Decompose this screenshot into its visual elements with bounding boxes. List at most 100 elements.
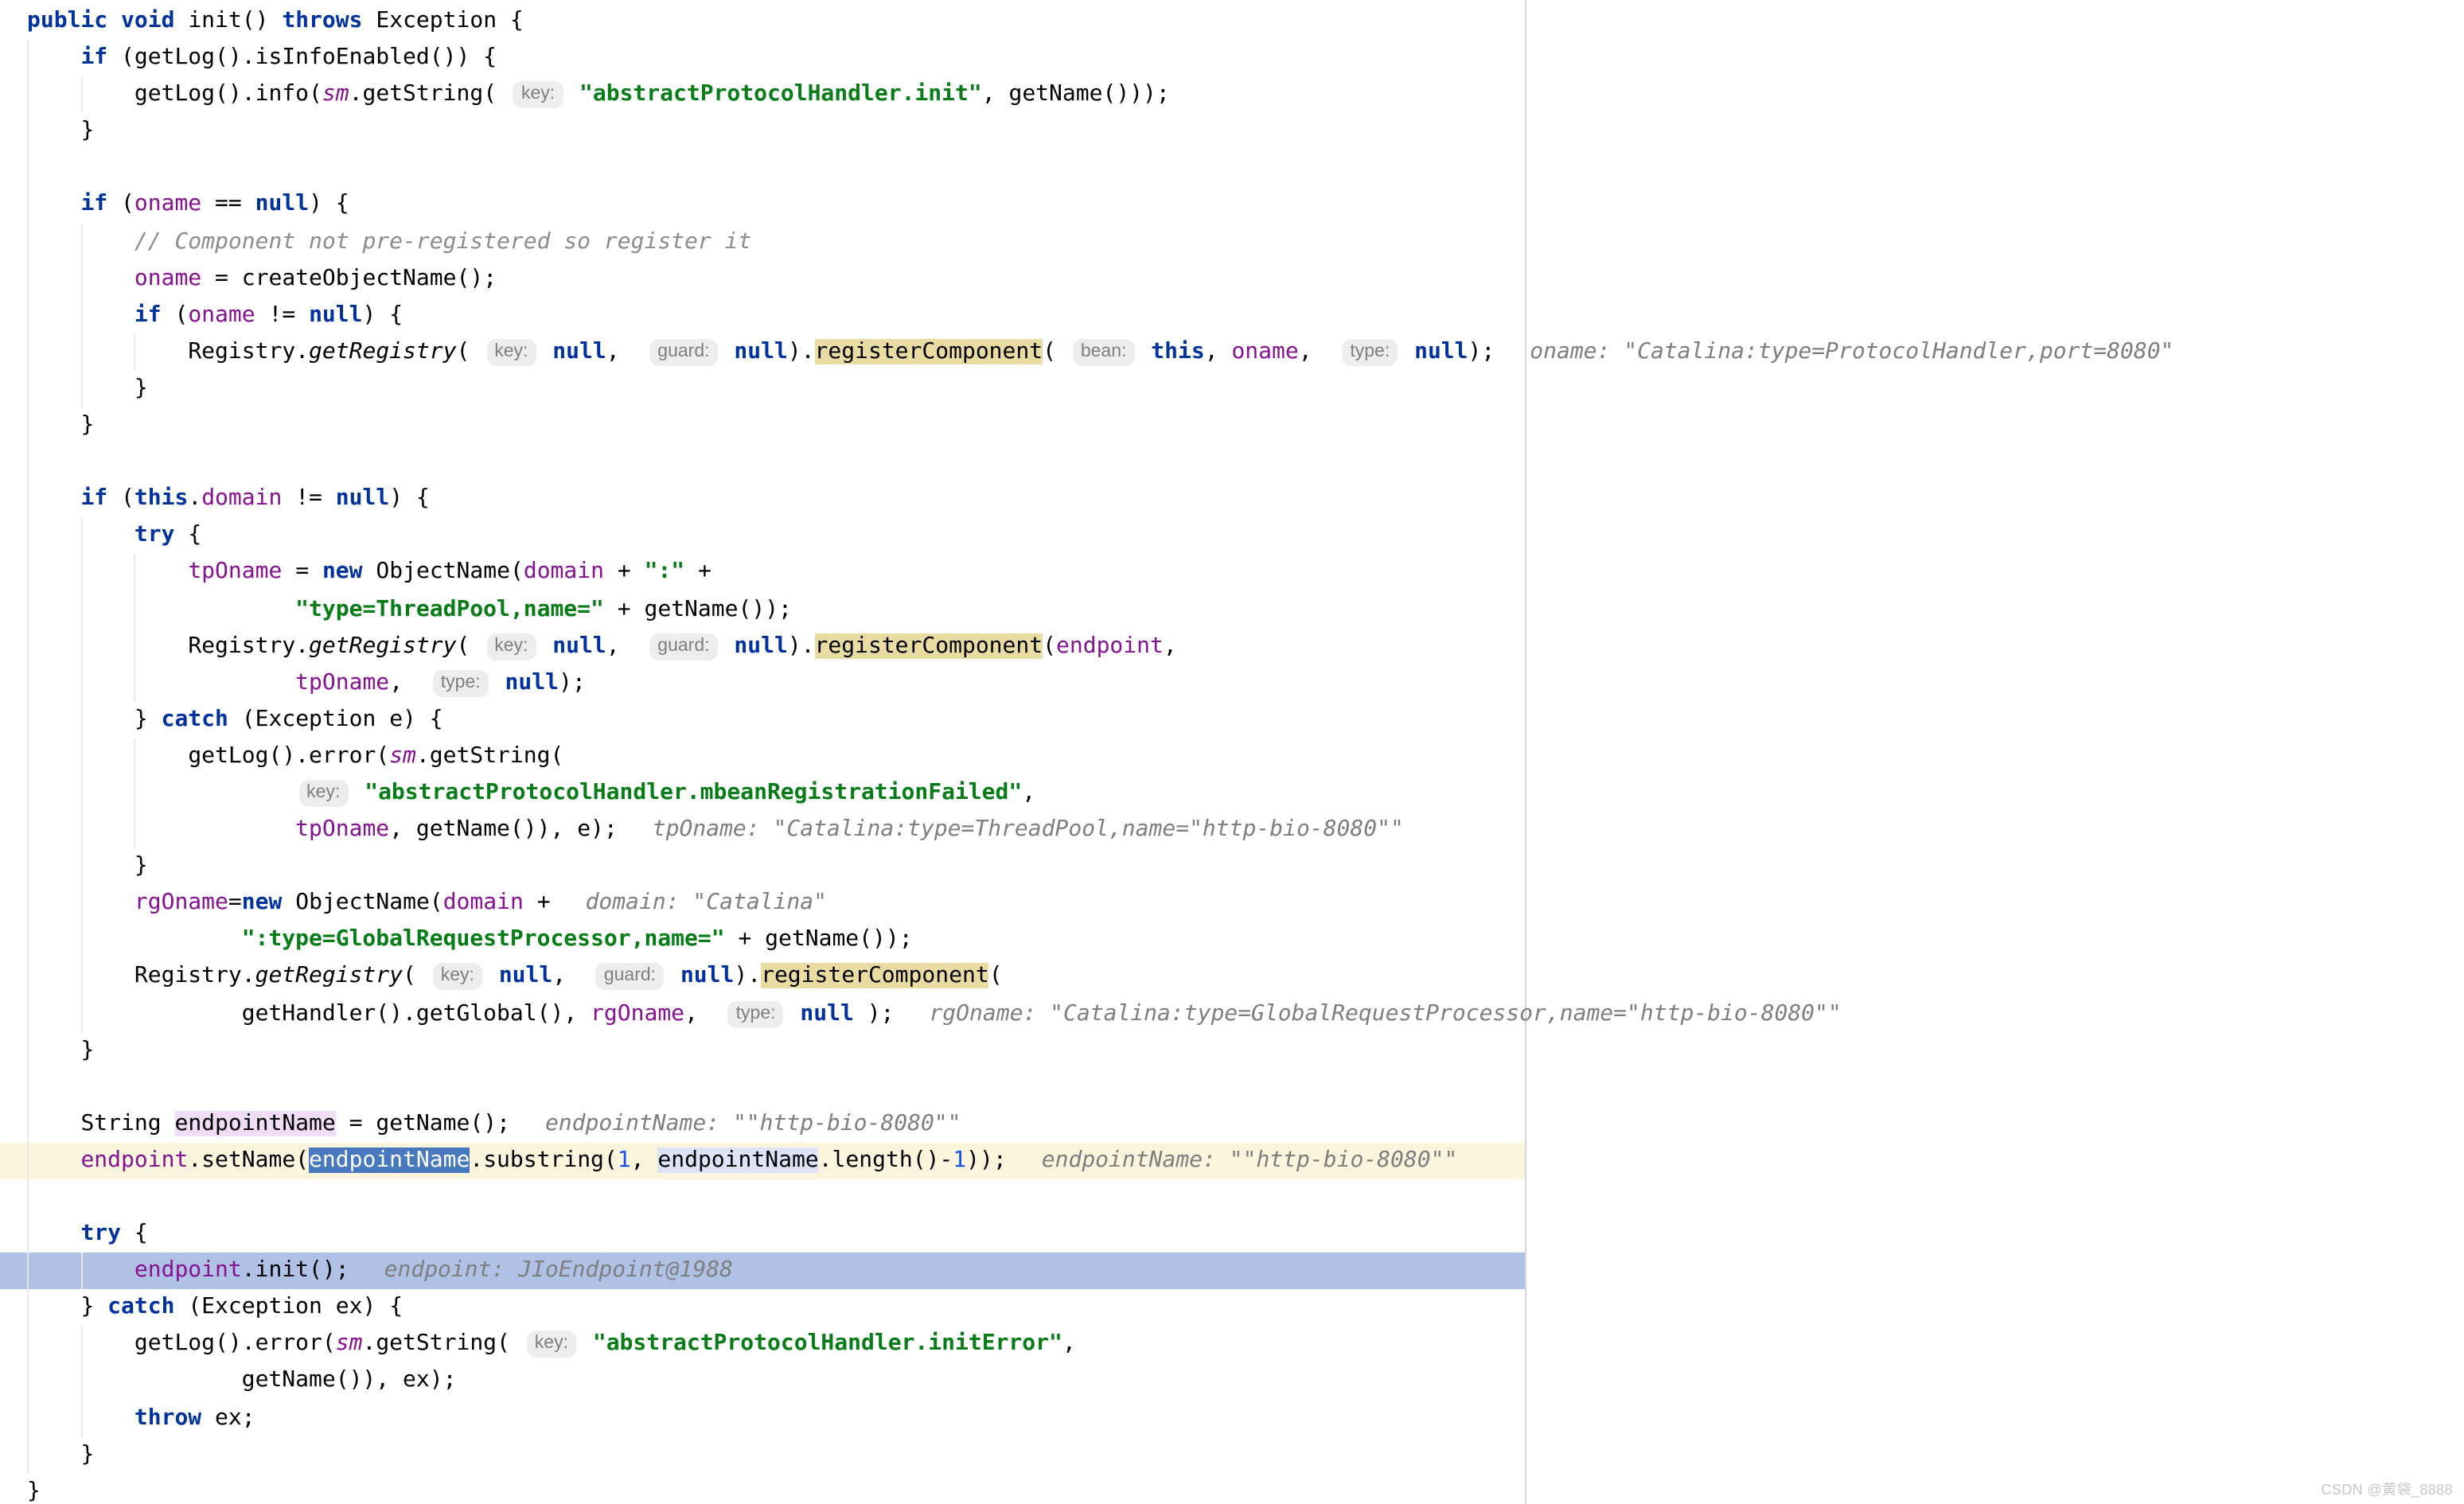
indent-guide bbox=[135, 334, 136, 371]
code-line[interactable]: Registry.getRegistry( key: null, guard: … bbox=[0, 959, 1525, 996]
code-line[interactable]: } catch (Exception ex) { bbox=[0, 1290, 1525, 1327]
code-line[interactable]: public void init() throws Exception { bbox=[0, 3, 1525, 40]
param-name-hint[interactable]: key: bbox=[433, 964, 482, 991]
code-line[interactable]: if (oname != null) { bbox=[0, 298, 1525, 334]
code-line[interactable]: oname = createObjectName(); bbox=[0, 260, 1525, 297]
code-line[interactable]: try { bbox=[0, 518, 1525, 555]
indent-guide bbox=[27, 150, 29, 187]
debugger-inline-value: endpointName: ""http-bio-8080"" bbox=[1042, 1147, 1458, 1173]
code-token: ( bbox=[456, 339, 483, 364]
code-editor[interactable]: public void init() throws Exception { if… bbox=[0, 0, 1525, 1504]
param-name-hint[interactable]: guard: bbox=[649, 339, 717, 366]
param-name-hint[interactable]: guard: bbox=[596, 964, 664, 991]
param-name-hint[interactable]: key: bbox=[298, 780, 348, 807]
code-line[interactable]: if (oname == null) { bbox=[0, 187, 1525, 224]
indent-guide bbox=[27, 996, 29, 1032]
code-token: , bbox=[1299, 339, 1339, 364]
code-token bbox=[787, 1000, 801, 1026]
code-line[interactable]: getName()), ex); bbox=[0, 1363, 1525, 1400]
code-token: } bbox=[80, 1037, 94, 1062]
param-name-hint[interactable]: type: bbox=[728, 1000, 784, 1027]
code-token: null bbox=[1414, 339, 1468, 364]
code-line[interactable]: if (this.domain != null) { bbox=[0, 481, 1525, 517]
code-token: domain bbox=[201, 485, 282, 511]
param-name-hint[interactable]: type: bbox=[1342, 339, 1398, 366]
code-line[interactable]: } bbox=[0, 848, 1525, 885]
code-token: , getName()), e); bbox=[389, 816, 618, 842]
code-line[interactable]: tpOname, type: null); bbox=[0, 664, 1525, 701]
indent-guide bbox=[27, 260, 29, 297]
code-line[interactable] bbox=[0, 1069, 1525, 1105]
indent-guide bbox=[27, 518, 29, 555]
code-line[interactable] bbox=[0, 1179, 1525, 1216]
code-line[interactable]: } bbox=[0, 1032, 1525, 1069]
code-line[interactable]: if (getLog().isInfoEnabled()) { bbox=[0, 40, 1525, 76]
indent-guide bbox=[80, 371, 82, 407]
debugger-inline-value: domain: "Catalina" bbox=[586, 890, 827, 916]
indent-guide bbox=[80, 334, 82, 371]
indent-guide bbox=[27, 848, 29, 885]
code-token: (getLog().isInfoEnabled()) { bbox=[107, 45, 497, 70]
code-token: catch bbox=[107, 1295, 174, 1320]
code-token: domain bbox=[524, 559, 604, 585]
indent-guide bbox=[80, 664, 82, 701]
param-name-hint[interactable]: bean: bbox=[1073, 339, 1135, 366]
code-token: .getString( bbox=[349, 81, 510, 107]
code-token bbox=[351, 780, 365, 805]
code-line[interactable]: "type=ThreadPool,name=" + getName()); bbox=[0, 591, 1525, 628]
param-name-hint[interactable]: key: bbox=[513, 81, 563, 108]
code-line[interactable]: getLog().error(sm.getString( key: "abstr… bbox=[0, 1327, 1525, 1363]
param-name-hint[interactable]: key: bbox=[527, 1331, 576, 1358]
code-line[interactable]: endpoint.setName(endpointName.substring(… bbox=[0, 1143, 1525, 1179]
code-line[interactable]: } bbox=[0, 1474, 1525, 1504]
indent-guide bbox=[27, 40, 29, 76]
param-name-hint[interactable]: key: bbox=[486, 633, 536, 660]
code-line[interactable]: getLog().info(sm.getString( key: "abstra… bbox=[0, 76, 1525, 113]
code-token: oname bbox=[188, 302, 255, 328]
code-token: try bbox=[80, 1221, 121, 1246]
code-line[interactable]: endpoint.init();endpoint: JIoEndpoint@19… bbox=[0, 1253, 1525, 1289]
indent-guide bbox=[27, 1179, 29, 1216]
code-line[interactable]: throw ex; bbox=[0, 1400, 1525, 1436]
code-token: != bbox=[282, 485, 335, 511]
code-line[interactable]: Registry.getRegistry( key: null, guard: … bbox=[0, 628, 1525, 664]
code-line[interactable]: } bbox=[0, 1436, 1525, 1473]
code-token: ( bbox=[456, 633, 483, 658]
code-line[interactable]: Registry.getRegistry( key: null, guard: … bbox=[0, 334, 1525, 371]
indent-guide bbox=[27, 702, 29, 738]
code-line[interactable]: // Component not pre-registered so regis… bbox=[0, 224, 1525, 260]
code-line[interactable]: } bbox=[0, 371, 1525, 407]
indent-guide bbox=[80, 1253, 82, 1289]
code-line[interactable]: } catch (Exception e) { bbox=[0, 702, 1525, 738]
param-name-hint[interactable]: type: bbox=[433, 669, 489, 696]
code-token: Exception { bbox=[363, 8, 524, 33]
code-line[interactable]: ":type=GlobalRequestProcessor,name=" + g… bbox=[0, 922, 1525, 959]
code-token: ); bbox=[559, 669, 586, 695]
param-name-hint[interactable]: guard: bbox=[649, 633, 717, 660]
code-line[interactable]: getHandler().getGlobal(), rgOname, type:… bbox=[0, 996, 1525, 1032]
code-line[interactable]: tpOname, getName()), e);tpOname: "Catali… bbox=[0, 812, 1525, 848]
code-token: .init(); bbox=[242, 1257, 349, 1283]
code-token: ( bbox=[989, 964, 1003, 989]
code-line[interactable]: try { bbox=[0, 1216, 1525, 1253]
indent-guide bbox=[27, 1290, 29, 1327]
watermark: CSDN @黄袋_8888 bbox=[2321, 1479, 2453, 1499]
code-text: key: "abstractProtocolHandler.mbeanRegis… bbox=[27, 780, 1035, 805]
indent-guide bbox=[80, 298, 82, 334]
code-line[interactable]: getLog().error(sm.getString( bbox=[0, 738, 1525, 775]
code-line[interactable]: key: "abstractProtocolHandler.mbeanRegis… bbox=[0, 775, 1525, 812]
code-line[interactable] bbox=[0, 150, 1525, 187]
code-line[interactable]: rgOname=new ObjectName(domain +domain: "… bbox=[0, 886, 1525, 922]
code-token: registerComponent bbox=[815, 633, 1043, 658]
code-line[interactable]: String endpointName = getName();endpoint… bbox=[0, 1106, 1525, 1143]
code-line[interactable]: } bbox=[0, 407, 1525, 444]
code-token: throws bbox=[282, 8, 362, 33]
indent-guide bbox=[135, 812, 136, 848]
indent-guide bbox=[80, 628, 82, 664]
code-line[interactable]: } bbox=[0, 114, 1525, 150]
code-line[interactable]: tpOname = new ObjectName(domain + ":" + bbox=[0, 555, 1525, 591]
code-token: , bbox=[684, 1000, 725, 1026]
code-line[interactable] bbox=[0, 444, 1525, 481]
param-name-hint[interactable]: key: bbox=[486, 339, 536, 366]
indent-guide bbox=[27, 444, 29, 481]
